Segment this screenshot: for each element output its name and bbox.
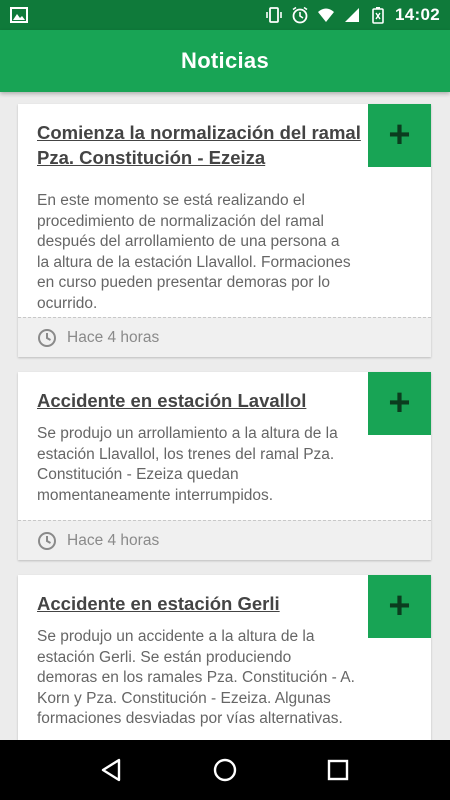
news-body: En este momento se está realizando el pr… bbox=[37, 192, 351, 312]
home-button[interactable] bbox=[205, 750, 245, 790]
news-time: Hace 4 horas bbox=[67, 531, 160, 549]
clock-icon bbox=[38, 328, 56, 347]
news-time: Hace 4 horas bbox=[67, 328, 160, 346]
status-bar: 14:02 bbox=[0, 0, 450, 30]
news-card[interactable]: + Accidente en estación Gerli Se produjo… bbox=[18, 575, 431, 740]
navigation-bar bbox=[0, 740, 450, 800]
back-button[interactable] bbox=[92, 750, 132, 790]
recents-icon bbox=[328, 759, 349, 781]
alarm-icon bbox=[292, 6, 308, 24]
battery-icon bbox=[372, 7, 384, 24]
app-bar: Noticias bbox=[0, 30, 450, 92]
news-title[interactable]: Comienza la normalización del ramal Pza.… bbox=[37, 120, 367, 170]
news-body: Se produjo un accidente a la altura de l… bbox=[37, 628, 355, 727]
back-icon bbox=[101, 758, 120, 782]
recents-button[interactable] bbox=[318, 750, 358, 790]
vibrate-icon bbox=[266, 7, 282, 23]
news-card[interactable]: + Comienza la normalización del ramal Pz… bbox=[18, 104, 431, 357]
news-footer: Hace 4 horas bbox=[18, 317, 431, 357]
news-title[interactable]: Accidente en estación Gerli bbox=[37, 591, 367, 616]
page-title: Noticias bbox=[181, 48, 269, 73]
expand-button[interactable]: + bbox=[368, 575, 431, 638]
clock-icon bbox=[38, 531, 56, 550]
image-icon bbox=[10, 7, 28, 23]
wifi-icon bbox=[318, 8, 335, 22]
news-list[interactable]: + Comienza la normalización del ramal Pz… bbox=[0, 92, 450, 740]
expand-button[interactable]: + bbox=[368, 104, 431, 167]
plus-icon: + bbox=[388, 381, 411, 424]
news-card[interactable]: + Accidente en estación Lavallol Se prod… bbox=[18, 372, 431, 560]
plus-icon: + bbox=[388, 584, 411, 627]
signal-icon bbox=[345, 8, 360, 22]
home-icon bbox=[213, 758, 237, 782]
news-title[interactable]: Accidente en estación Lavallol bbox=[37, 388, 367, 413]
expand-button[interactable]: + bbox=[368, 372, 431, 435]
news-footer: Hace 4 horas bbox=[18, 520, 431, 560]
plus-icon: + bbox=[388, 113, 411, 156]
status-time: 14:02 bbox=[395, 5, 440, 24]
news-body: Se produjo un arrollamiento a la altura … bbox=[37, 425, 338, 504]
